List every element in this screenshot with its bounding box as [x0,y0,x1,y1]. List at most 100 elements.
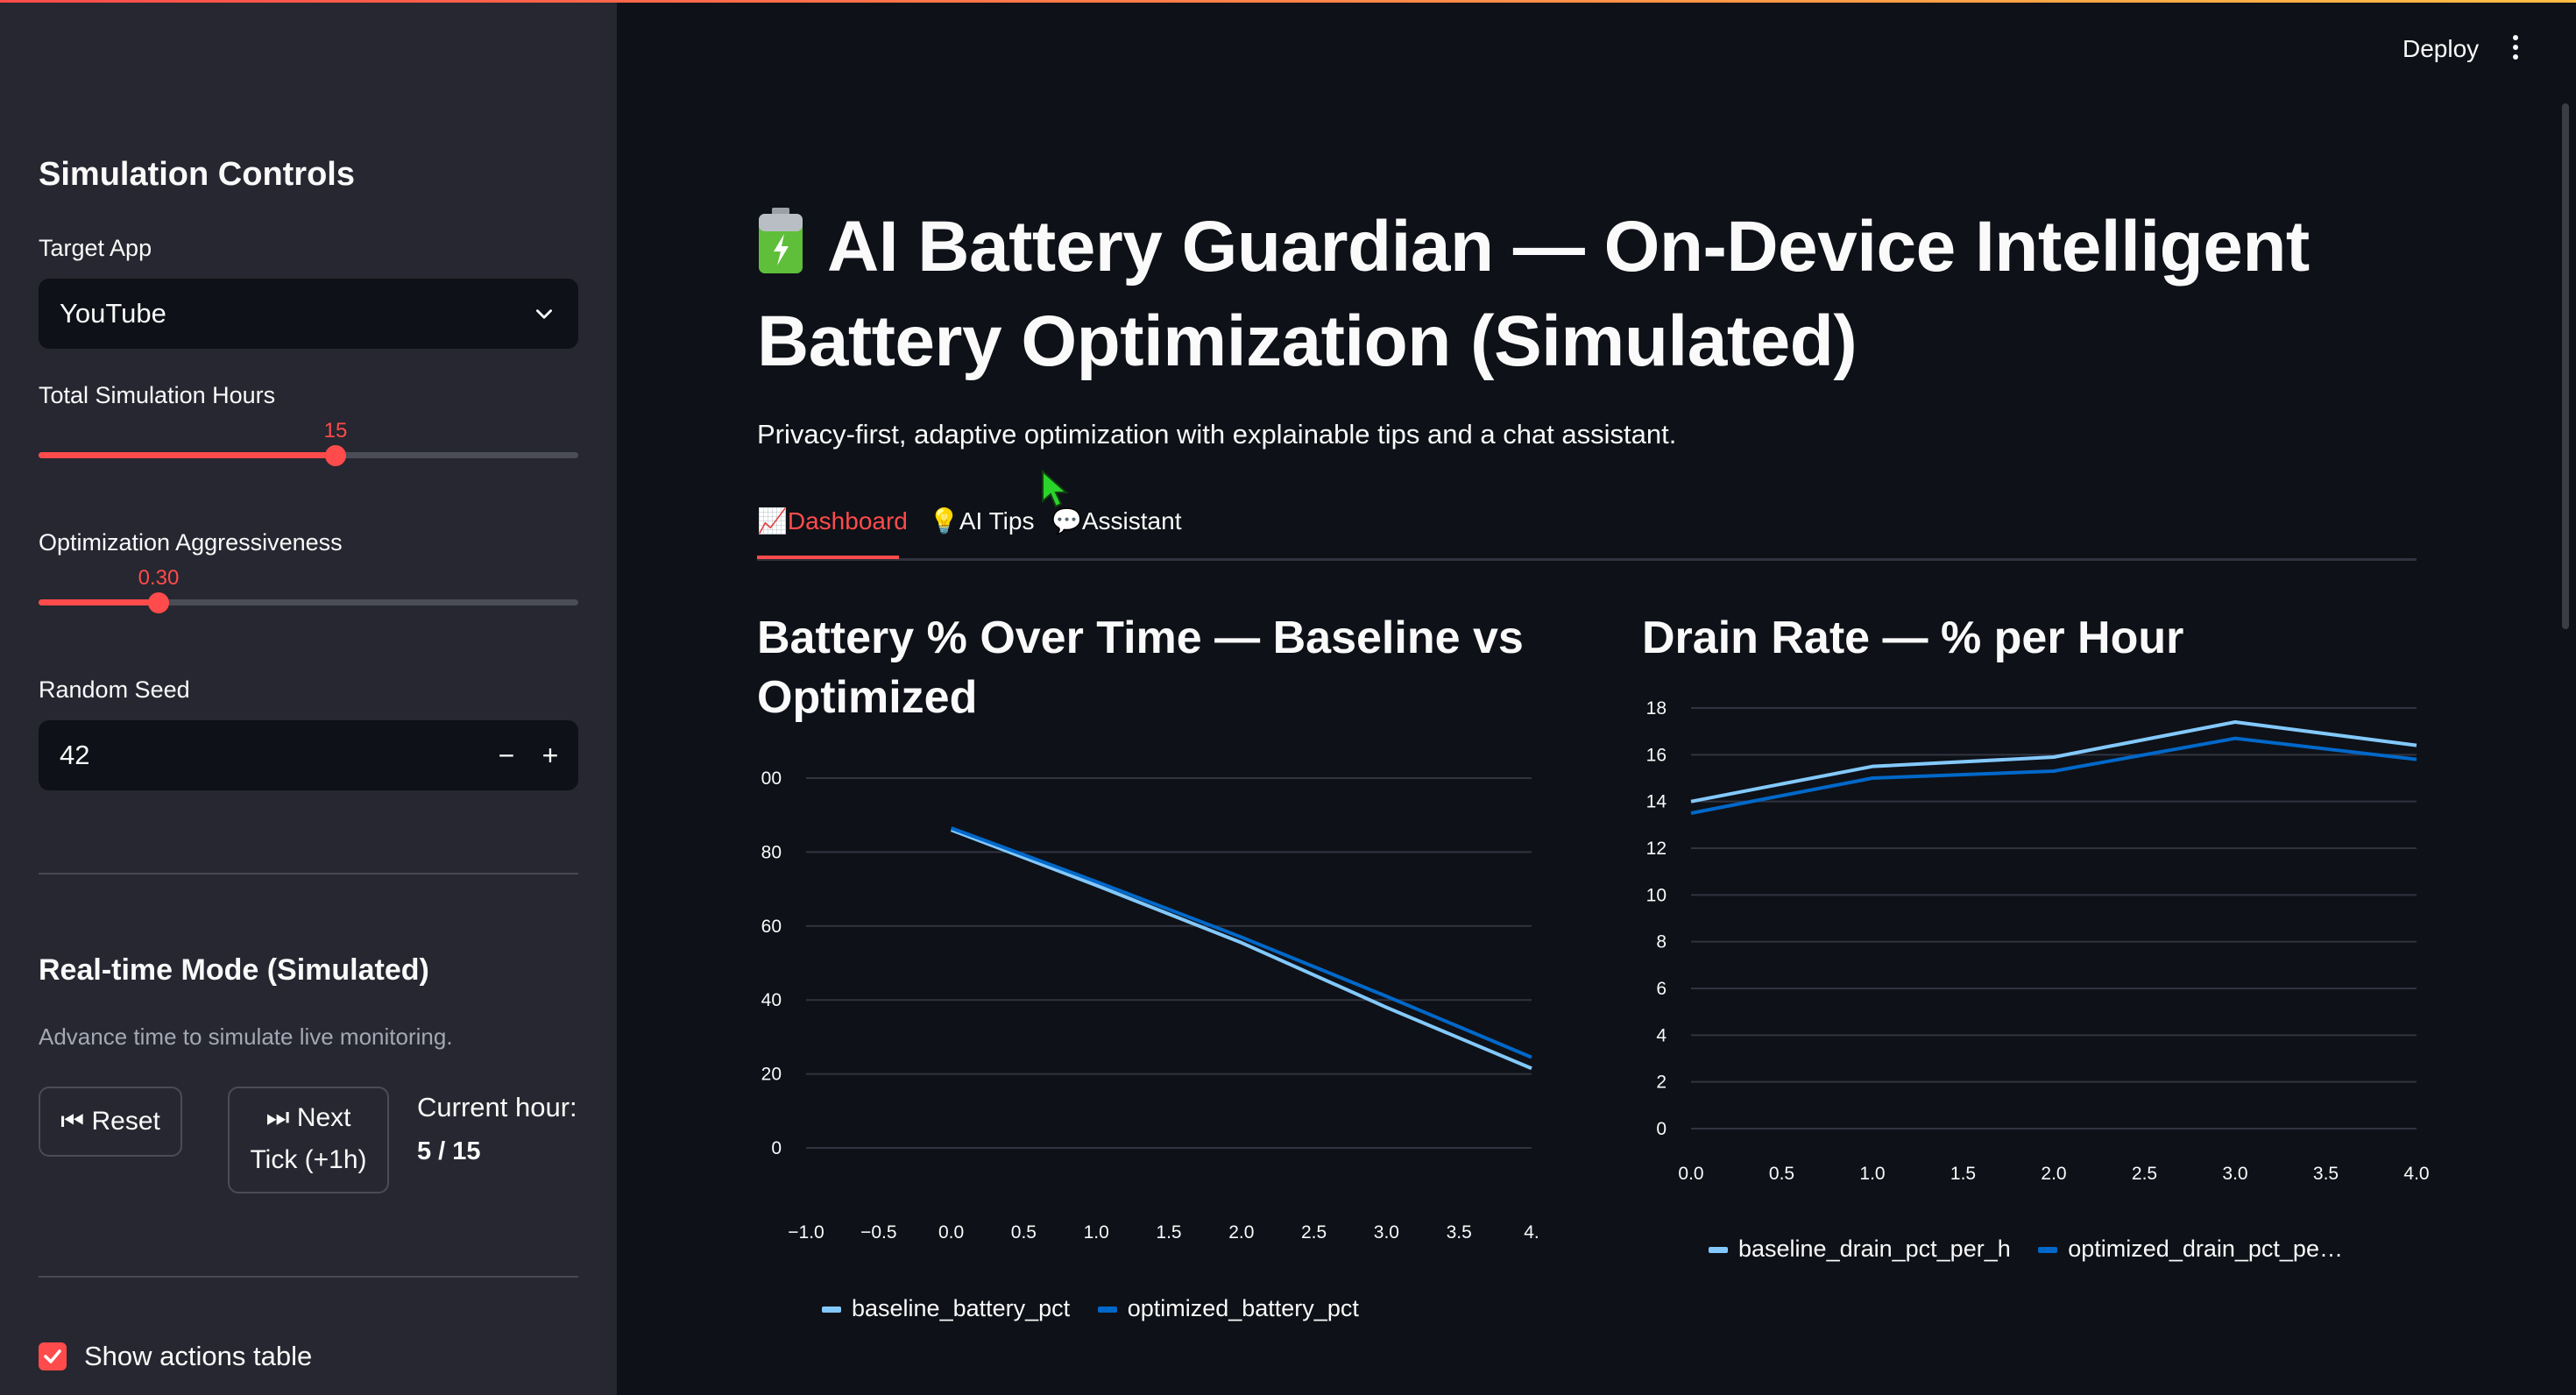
realtime-title: Real-time Mode (Simulated) [39,953,429,987]
chart-title: Battery % Over Time — Baseline vs Optimi… [757,613,1524,723]
slider-thumb[interactable] [325,445,346,466]
x-tick-label: 3.5 [2313,1164,2339,1184]
legend-item[interactable]: baseline_drain_pct_per_h [1709,1236,2011,1262]
total-hours-label: Total Simulation Hours [39,382,276,408]
y-tick-label: 2 [1656,1073,1667,1093]
slider-thumb[interactable] [148,592,169,613]
tab-label: AI Tips [959,507,1035,535]
y-tick-label: 10 [1646,885,1667,905]
active-tab-underline [757,556,899,559]
divider [39,873,578,875]
x-tick-label: 4. [1524,1222,1539,1243]
y-tick-label: 8 [1656,932,1667,952]
show-actions-table-checkbox[interactable] [39,1342,67,1370]
x-tick-label: 2.5 [1301,1222,1327,1243]
current-hour-value: 5 / 15 [417,1137,481,1165]
page-header: AI Battery Guardian — On-Device Intellig… [757,200,2422,389]
target-app-label: Target App [39,235,152,261]
aggressiveness-slider[interactable]: 0.30 [39,566,578,619]
battery-icon [757,203,804,273]
tab-bar: 📈Dashboard 💡AI Tips 💬Assistant [757,501,2417,561]
next-tick-button[interactable]: ⏭ Next Tick (+1h) [228,1087,389,1193]
x-tick-label: 1.0 [1084,1222,1109,1243]
reset-button[interactable]: ⏮ Reset [39,1087,182,1157]
y-tick-label: 40 [761,990,782,1010]
divider [39,1276,578,1278]
x-tick-label: 3.0 [1374,1222,1399,1243]
slider-value: 15 [323,419,348,443]
x-tick-label: 0.5 [1769,1164,1794,1184]
scrollbar[interactable] [2562,103,2569,629]
y-tick-label: 14 [1646,792,1667,812]
target-app-select[interactable]: YouTube [39,279,578,349]
y-tick-label: 00 [761,768,782,789]
drain-rate-chart[interactable]: 0 2 4 6 8 10 12 14 16 18 0.0 0.5 1.0 1.5 2.0 2.5 3.0 3.5 4… [1630,692,2436,1192]
series-line-baseline_battery_pct [950,828,1532,1071]
x-tick-label: 0.0 [1678,1164,1703,1184]
y-tick-label: 4 [1656,1025,1667,1045]
y-tick-label: 16 [1646,745,1667,765]
sidebar-title: Simulation Controls [39,156,355,193]
tab-label: Dashboard [787,507,908,535]
increment-button[interactable]: + [527,733,573,778]
page-title: AI Battery Guardian — On-Device Intellig… [757,200,2422,389]
lightbulb-icon: 💡 [929,507,959,535]
x-tick-label: 3.5 [1447,1222,1472,1243]
legend-item[interactable]: baseline_battery_pct [822,1295,1070,1321]
series-line-baseline_drain_pct_per_h [1690,720,2417,804]
random-seed-value: 42 [60,740,90,770]
x-tick-label: 1.0 [1859,1164,1885,1184]
top-decoration-bar [0,0,2576,3]
tab-dashboard[interactable]: 📈Dashboard [757,506,908,535]
x-tick-label: 0.5 [1011,1222,1037,1243]
current-hour-label: Current hour: [417,1092,577,1122]
tab-label: Assistant [1081,507,1182,535]
x-tick-label: 2.0 [2041,1164,2066,1184]
y-tick-label: 18 [1646,698,1667,719]
kebab-menu-icon[interactable] [2511,35,2520,63]
legend-item[interactable]: optimized_drain_pct_pe… [2038,1236,2343,1262]
show-actions-table-label[interactable]: Show actions table [84,1341,312,1372]
reset-button-label: ⏮ Reset [60,1107,160,1136]
random-seed-input[interactable]: 42 − + [39,720,578,790]
tab-assistant[interactable]: 💬Assistant [1051,506,1181,535]
y-tick-label: 20 [761,1065,782,1085]
chart-icon: 📈 [757,507,788,535]
x-tick-label: −1.0 [788,1222,824,1243]
chart-legend: baseline_drain_pct_per_h optimized_drain… [1709,1236,2343,1263]
x-tick-label: −0.5 [860,1222,896,1243]
chart-title: Drain Rate — % per Hour [1642,613,2184,663]
x-tick-label: 1.5 [1950,1164,1976,1184]
chart-legend: baseline_battery_pct optimized_battery_p… [822,1295,1359,1322]
tab-ai-tips[interactable]: 💡AI Tips [929,506,1034,535]
y-tick-label: 80 [761,842,782,862]
next-tick-label-line1: ⏭ Next [265,1103,351,1132]
battery-chart[interactable]: 0 20 40 60 80 00 −1.0 −0.5 0.0 0.5 1.0 1.5 2.0 2.5 3.0… [736,754,1542,1244]
x-tick-label: 1.5 [1156,1222,1181,1243]
page-subtitle: Privacy-first, adaptive optimization wit… [757,419,1677,450]
slider-fill [39,599,159,605]
sidebar: Simulation Controls Target App YouTube T… [0,0,617,1395]
mouse-cursor-icon [1042,470,1069,508]
slider-fill [39,452,336,458]
next-tick-label-line2: Tick (+1h) [250,1145,367,1174]
y-tick-label: 0 [1656,1119,1667,1139]
speech-bubble-icon: 💬 [1051,507,1082,535]
y-tick-label: 12 [1646,839,1667,859]
page-title-text: AI Battery Guardian — On-Device Intellig… [757,207,2310,381]
x-tick-label: 4.0 [2403,1164,2429,1184]
random-seed-label: Random Seed [39,676,190,703]
target-app-value: YouTube [60,298,166,329]
x-tick-label: 2.5 [2132,1164,2157,1184]
aggressiveness-label: Optimization Aggressiveness [39,529,343,556]
y-tick-label: 60 [761,917,782,937]
deploy-button[interactable]: Deploy [2403,35,2479,63]
realtime-caption: Advance time to simulate live monitoring… [39,1023,453,1050]
x-tick-label: 2.0 [1228,1222,1254,1243]
slider-value: 0.30 [138,566,180,590]
decrement-button[interactable]: − [484,733,529,778]
x-tick-label: 0.0 [938,1222,964,1243]
total-hours-slider[interactable]: 15 [39,419,578,471]
legend-item[interactable]: optimized_battery_pct [1097,1295,1359,1321]
y-tick-label: 6 [1656,979,1667,999]
